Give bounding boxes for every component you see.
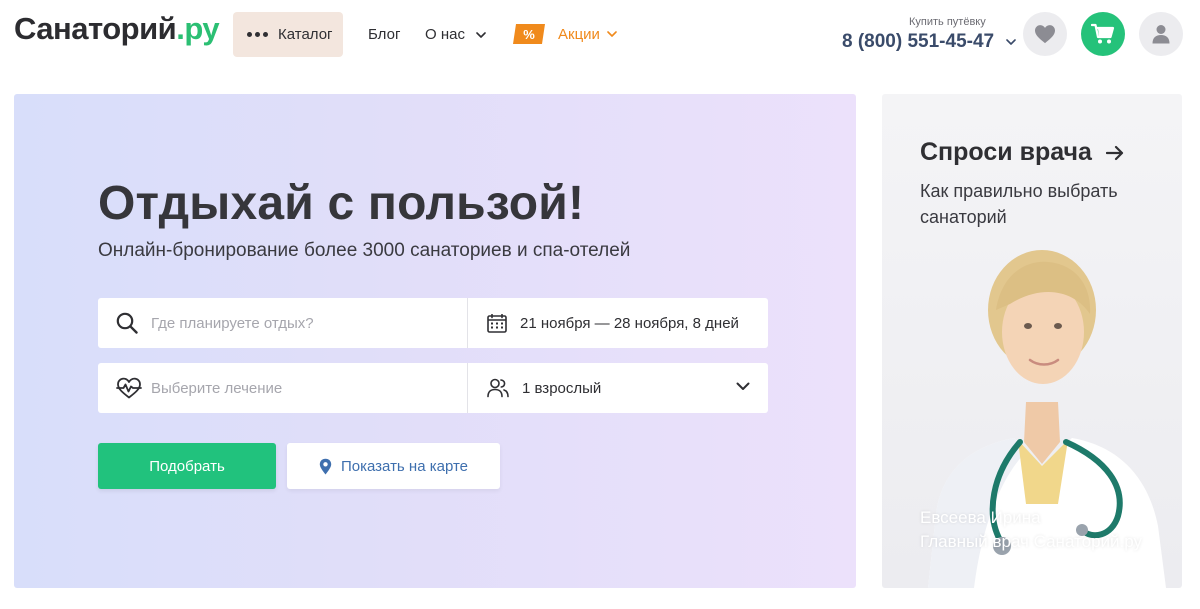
promo-badge-text: %	[523, 27, 535, 42]
logo-suffix: .ру	[176, 11, 220, 46]
user-icon	[1152, 25, 1170, 44]
treatment-field[interactable]: Выберите лечение	[98, 363, 468, 413]
treatment-placeholder: Выберите лечение	[151, 379, 283, 397]
phone-dropdown[interactable]: 8 (800) 551-45-47	[842, 31, 1017, 53]
heart-icon	[1035, 25, 1055, 44]
users-icon	[487, 378, 509, 398]
dots-icon	[247, 32, 268, 37]
nav-about-dropdown[interactable]: О нас	[425, 26, 486, 43]
logo-text: Санаторий	[14, 11, 177, 46]
show-on-map-label: Показать на карте	[340, 457, 469, 475]
percent-tag-icon: %	[513, 24, 545, 44]
nav-blog-label: Блог	[368, 26, 401, 43]
doctor-role: Главный врач Санаторий.ру	[920, 532, 1143, 551]
catalog-label: Каталог	[278, 26, 333, 43]
favorites-button[interactable]	[1023, 12, 1067, 56]
search-row-destination: Где планируете отдых? 21 ноября — 28 ноя…	[98, 298, 768, 348]
arrow-right-icon	[1105, 145, 1124, 160]
map-pin-icon	[319, 458, 332, 474]
guests-select[interactable]: 1 взрослый	[469, 363, 768, 413]
destination-field[interactable]: Где планируете отдых?	[98, 298, 468, 348]
guests-value: 1 взрослый	[522, 379, 602, 397]
chevron-down-icon	[736, 382, 750, 390]
calendar-icon	[487, 313, 507, 333]
profile-button[interactable]	[1139, 12, 1183, 56]
doctor-card-heading: Спроси врача	[920, 138, 1124, 167]
nav-blog-link[interactable]: Блог	[368, 26, 400, 43]
search-row-treatment: Выберите лечение 1 взрослый	[98, 363, 768, 413]
doctor-card-heading-label: Спроси врача	[920, 138, 1092, 166]
hero-banner: Отдыхай с пользой! Онлайн-бронирование б…	[14, 94, 856, 588]
search-icon	[116, 312, 138, 334]
site-logo[interactable]: Санаторий.ру	[14, 11, 220, 47]
site-header: Санаторий.ру Каталог Блог О нас % Акции …	[0, 0, 1200, 70]
catalog-button[interactable]: Каталог	[233, 12, 343, 57]
hero-title: Отдыхай с пользой!	[98, 177, 585, 230]
doctor-name: Евсеева Ирина	[920, 508, 1041, 527]
promo-label: Акции	[558, 25, 600, 43]
destination-placeholder: Где планируете отдых?	[151, 314, 314, 332]
phone-caption: Купить путёвку	[909, 16, 986, 28]
dates-value: 21 ноября — 28 ноября, 8 дней	[520, 314, 739, 332]
pick-button-label: Подобрать	[149, 457, 225, 475]
heart-pulse-icon	[116, 377, 142, 399]
doctor-card-topic: Как правильно выбрать санаторий	[920, 181, 1118, 227]
dates-field[interactable]: 21 ноября — 28 ноября, 8 дней	[469, 298, 768, 348]
chevron-down-icon	[1006, 39, 1017, 45]
nav-about-label: О нас	[425, 26, 465, 43]
pick-button[interactable]: Подобрать	[98, 443, 276, 489]
cart-button[interactable]	[1081, 12, 1125, 56]
chevron-down-icon	[607, 31, 617, 37]
ask-doctor-card[interactable]: Спроси врача Как правильно выбрать санат…	[882, 94, 1182, 588]
show-on-map-button[interactable]: Показать на карте	[287, 443, 500, 489]
cart-icon	[1091, 23, 1115, 44]
hero-subtitle: Онлайн-бронирование более 3000 санаторие…	[98, 240, 631, 261]
promo-dropdown[interactable]: % Акции	[511, 22, 617, 46]
chevron-down-icon	[476, 32, 486, 38]
phone-number: 8 (800) 551-45-47	[842, 31, 995, 52]
